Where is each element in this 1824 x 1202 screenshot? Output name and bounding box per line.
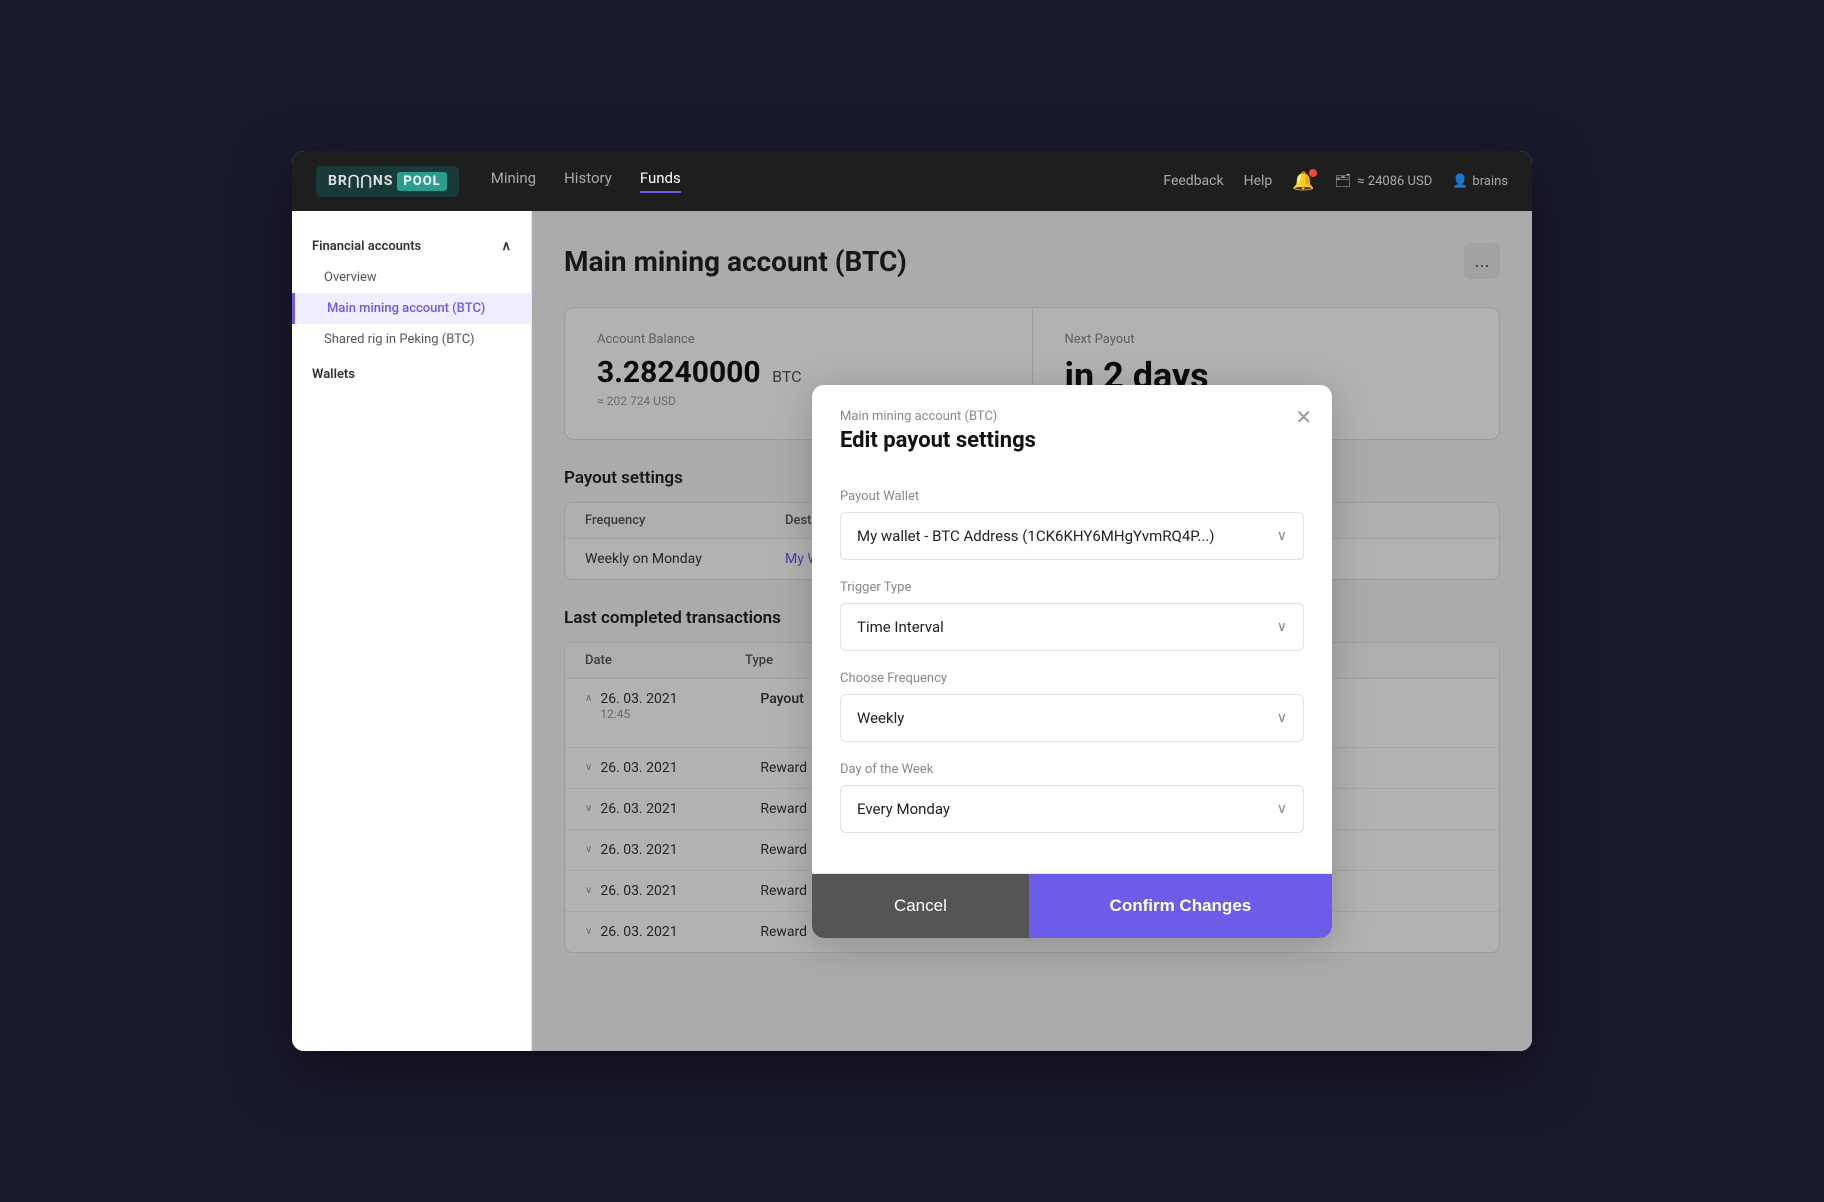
nav-help-link[interactable]: Help xyxy=(1244,173,1273,189)
nav-right: Feedback Help 🔔 🗂 ≈ 24086 USD 👤 brains xyxy=(1163,171,1508,192)
nav-links: Mining History Funds xyxy=(491,169,1132,193)
modal-footer: Cancel Confirm Changes xyxy=(812,873,1332,938)
confirm-changes-button[interactable]: Confirm Changes xyxy=(1029,874,1332,938)
payout-wallet-select[interactable]: My wallet - BTC Address (1CK6KHY6MHgYvmR… xyxy=(840,512,1304,560)
modal-header: Main mining account (BTC) Edit payout se… xyxy=(812,385,1332,469)
chevron-down-icon: ∨ xyxy=(1277,619,1287,635)
payout-wallet-label: Payout Wallet xyxy=(840,489,1304,504)
day-value: Every Monday xyxy=(857,800,950,818)
trigger-type-label: Trigger Type xyxy=(840,580,1304,595)
logo-pool-text: POOL xyxy=(397,172,446,191)
frequency-value: Weekly xyxy=(857,709,904,727)
top-nav: BR⋂⋂NS POOL Mining History Funds Feedbac… xyxy=(292,151,1532,211)
logo: BR⋂⋂NS POOL xyxy=(316,166,459,197)
nav-bell-icon[interactable]: 🔔 xyxy=(1292,171,1314,192)
day-label: Day of the Week xyxy=(840,762,1304,777)
modal-body: Payout Wallet My wallet - BTC Address (1… xyxy=(812,469,1332,873)
chevron-down-icon: ∨ xyxy=(1277,528,1287,544)
modal-subtitle: Main mining account (BTC) xyxy=(840,409,1304,424)
nav-history[interactable]: History xyxy=(564,169,612,193)
frequency-label: Choose Frequency xyxy=(840,671,1304,686)
nav-funds[interactable]: Funds xyxy=(640,169,681,193)
nav-mining[interactable]: Mining xyxy=(491,169,536,193)
sidebar-item-shared-rig[interactable]: Shared rig in Peking (BTC) xyxy=(292,324,531,355)
logo-brains-text: BR⋂⋂NS xyxy=(328,173,393,189)
cancel-button[interactable]: Cancel xyxy=(812,874,1029,938)
modal-overlay: Main mining account (BTC) Edit payout se… xyxy=(532,211,1532,1051)
nav-user[interactable]: 👤 brains xyxy=(1452,174,1508,189)
day-select[interactable]: Every Monday ∨ xyxy=(840,785,1304,833)
content-area: Main mining account (BTC) ... Account Ba… xyxy=(532,211,1532,1051)
sidebar-item-main-mining[interactable]: Main mining account (BTC) xyxy=(292,293,531,324)
sidebar-item-overview[interactable]: Overview xyxy=(292,262,531,293)
modal-close-button[interactable]: ✕ xyxy=(1295,405,1312,430)
frequency-select[interactable]: Weekly ∨ xyxy=(840,694,1304,742)
chevron-down-icon: ∨ xyxy=(1277,801,1287,817)
sidebar-wallets-section[interactable]: Wallets xyxy=(292,355,531,390)
collapse-icon: ∧ xyxy=(501,239,511,254)
trigger-type-value: Time Interval xyxy=(857,618,944,636)
trigger-type-select[interactable]: Time Interval ∨ xyxy=(840,603,1304,651)
financial-accounts-section[interactable]: Financial accounts ∧ xyxy=(292,231,531,262)
sidebar: Financial accounts ∧ Overview Main minin… xyxy=(292,211,532,1051)
payout-wallet-value: My wallet - BTC Address (1CK6KHY6MHgYvmR… xyxy=(857,527,1214,545)
nav-wallet-balance: 🗂 ≈ 24086 USD xyxy=(1335,174,1433,189)
modal-title: Edit payout settings xyxy=(840,428,1304,453)
main-layout: Financial accounts ∧ Overview Main minin… xyxy=(292,211,1532,1051)
nav-feedback-link[interactable]: Feedback xyxy=(1163,173,1223,189)
chevron-down-icon: ∨ xyxy=(1277,710,1287,726)
notification-dot xyxy=(1309,169,1317,177)
wallet-icon: 🗂 xyxy=(1335,174,1352,189)
user-icon: 👤 xyxy=(1452,174,1468,189)
edit-payout-modal: Main mining account (BTC) Edit payout se… xyxy=(812,385,1332,938)
